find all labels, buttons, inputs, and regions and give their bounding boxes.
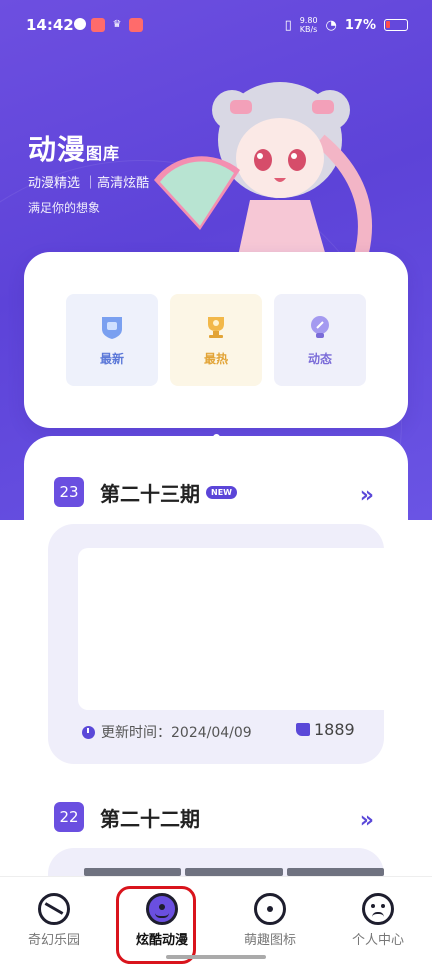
thumbnail[interactable]	[185, 868, 283, 876]
issue-thumbnails	[84, 868, 384, 876]
notification-icons: ♛	[74, 18, 143, 32]
status-bar: 14:42 ♛ ▯ 9.80 KB/s ◔ 17%	[0, 0, 432, 52]
category-dynamic[interactable]: 动态	[274, 294, 366, 386]
app-notify-icon	[91, 18, 105, 32]
category-hot[interactable]: 最热	[170, 294, 262, 386]
bulb-icon	[311, 315, 329, 338]
battery-text: 17%	[344, 17, 376, 33]
issue-title: 第二十二期	[100, 806, 200, 831]
app-notify-icon	[129, 18, 143, 32]
brand-block: 动漫图库 动漫精选 ｜高清炫酷 满足你的想象	[28, 128, 149, 216]
tab-profile[interactable]: 个人中心	[324, 877, 432, 964]
like-count-text: 1889	[314, 720, 355, 739]
bottom-tab-bar: 奇幻乐园 炫酷动漫 萌趣图标 个人中心	[0, 876, 432, 964]
category-hot-label: 最热	[203, 351, 228, 366]
thumbnail[interactable]	[84, 868, 182, 876]
title-small: 图库	[86, 144, 121, 163]
category-card: 最新 最热 动态	[24, 252, 408, 428]
issue-number-badge: 23	[54, 477, 84, 507]
app-tagline: 满足你的想象	[28, 201, 101, 215]
crown-icon: ♛	[112, 19, 122, 30]
category-new-label: 最新	[99, 351, 124, 366]
user-icon	[362, 893, 394, 925]
issue-header-22[interactable]: 22 第二十二期 »	[54, 802, 374, 833]
battery-icon	[384, 19, 408, 31]
vibrate-icon: ▯	[284, 17, 292, 33]
status-time: 14:42	[26, 16, 74, 34]
tab-label: 个人中心	[351, 933, 404, 948]
issue-header-23[interactable]: 23 第二十三期 NEW »	[54, 477, 374, 508]
tab-fantasy-park[interactable]: 奇幻乐园	[0, 877, 108, 964]
active-tab-highlight	[116, 886, 196, 964]
shield-icon	[102, 316, 122, 339]
like-count[interactable]: 1889	[296, 720, 355, 739]
update-time-text: 更新时间：2024/04/09	[101, 725, 252, 741]
double-chevron-right-icon[interactable]: »	[360, 483, 374, 508]
app-subtitle: 动漫精选 ｜高清炫酷	[28, 176, 150, 191]
trophy-icon	[208, 316, 224, 338]
wifi-icon: ◔	[325, 17, 337, 33]
new-badge: NEW	[206, 485, 237, 499]
tab-cute-icons[interactable]: 萌趣图标	[216, 877, 324, 964]
issue-preview-image[interactable]	[78, 548, 384, 710]
tab-label: 萌趣图标	[243, 933, 296, 948]
issue-number-badge: 22	[54, 802, 84, 832]
thumbnail[interactable]	[286, 868, 384, 876]
double-chevron-right-icon[interactable]: »	[360, 808, 374, 833]
home-indicator[interactable]	[166, 955, 266, 959]
tab-label: 奇幻乐园	[27, 933, 80, 948]
clock-icon	[82, 725, 95, 739]
app-notify-icon	[74, 18, 86, 30]
app-title: 动漫图库	[28, 128, 149, 168]
issue-update-time: 更新时间：2024/04/09	[82, 722, 252, 742]
anime-girl-illustration	[154, 82, 372, 270]
network-speed: 9.80 KB/s	[299, 16, 318, 34]
category-tiles: 最新 最热 动态	[66, 294, 366, 386]
category-new[interactable]: 最新	[66, 294, 158, 386]
thumbs-up-icon	[296, 723, 310, 736]
issue-title: 第二十三期	[100, 481, 200, 506]
title-main: 动漫	[28, 133, 87, 166]
circle-dot-icon	[254, 893, 286, 925]
issue-panel-23[interactable]: 更新时间：2024/04/09 1889	[48, 524, 384, 764]
status-right: ▯ 9.80 KB/s ◔ 17%	[285, 16, 408, 34]
category-dynamic-label: 动态	[307, 351, 332, 366]
planet-icon	[38, 893, 70, 925]
